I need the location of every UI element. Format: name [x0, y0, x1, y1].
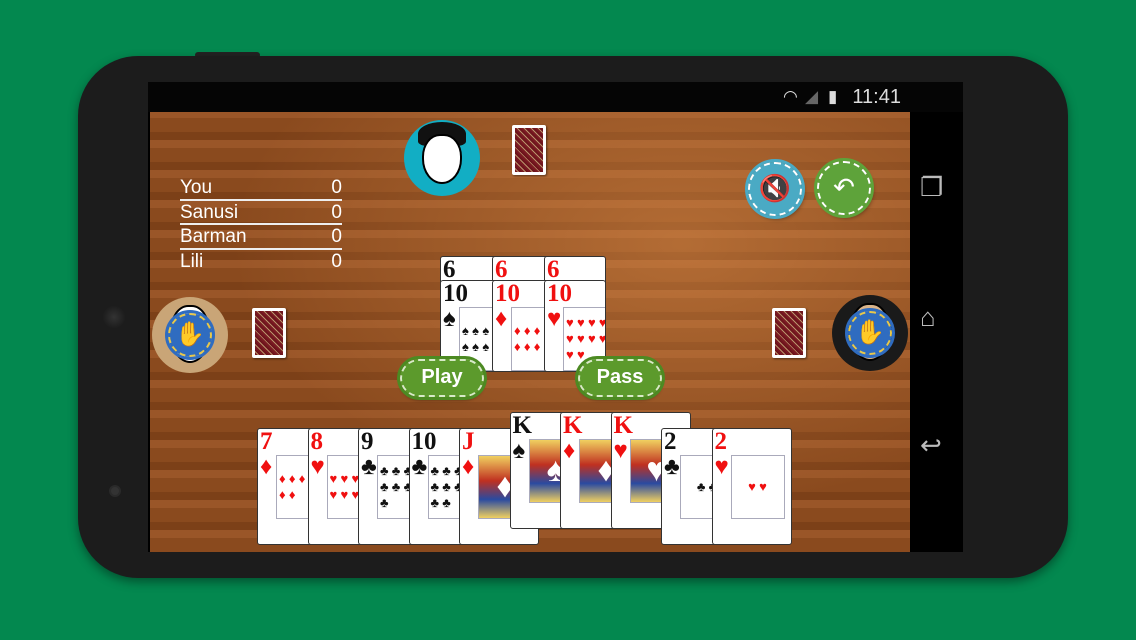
card-suit-icon: ♣ — [664, 454, 680, 480]
card-suit-icon: ♦ — [462, 454, 475, 480]
card-suit-icon: ♣ — [361, 454, 377, 480]
card-suit-icon: ♥ — [613, 438, 628, 464]
speaker-muted-icon: 🔇 — [758, 173, 792, 203]
card-suit-icon: ♦ — [260, 454, 273, 480]
card-rank: K — [563, 412, 583, 439]
card-rank: 9 — [361, 428, 374, 455]
card-face: ♥ ♥ — [730, 455, 785, 519]
card-rank: 10 — [495, 280, 520, 307]
card-suit-icon: ♥ — [714, 454, 729, 480]
card-back-right — [772, 308, 806, 358]
wifi-icon: ◠ — [783, 87, 798, 106]
card-rank: 2 — [664, 428, 677, 455]
card-rank: 7 — [260, 428, 273, 455]
avatar-left-opponent: ✋ — [152, 297, 228, 373]
score-row: Lili 0 — [180, 250, 342, 275]
home-icon[interactable]: ⌂ — [920, 302, 936, 333]
pass-button[interactable]: Pass — [575, 356, 665, 400]
card-suit-icon: ♥ — [547, 306, 562, 332]
player-score: 0 — [331, 177, 342, 198]
pass-hand-icon: ✋ — [845, 308, 895, 358]
player-name: Lili — [180, 250, 204, 272]
signal-icon: ◢ — [805, 87, 819, 106]
player-score: 0 — [331, 250, 342, 272]
card-suit-icon: ♦ — [563, 438, 576, 464]
avatar-right-opponent: ✋ — [832, 295, 908, 371]
undo-button[interactable]: ↶ — [814, 158, 874, 218]
card-suit-icon: ♠ — [512, 438, 526, 464]
clock: 11:41 — [852, 86, 901, 108]
player-name: Barman — [180, 226, 247, 247]
scoreboard: You 0 Sanusi 0 Barman 0 Lili 0 — [180, 176, 342, 274]
card-rank: K — [512, 412, 532, 439]
card-rank: 2 — [714, 428, 728, 455]
navigation-bar: ❐ ⌂ ↩ — [910, 112, 963, 552]
speaker-grille — [102, 305, 126, 329]
game-table: You 0 Sanusi 0 Barman 0 Lili 0 ✋ ✋ 🔇 ↶ Play … — [150, 112, 910, 552]
player-score: 0 — [331, 226, 342, 247]
score-row: You 0 — [180, 176, 342, 201]
pass-hand-icon: ✋ — [165, 310, 215, 360]
card-rank: 10 — [411, 428, 437, 455]
mute-button[interactable]: 🔇 — [745, 159, 805, 219]
card-back-top — [512, 125, 546, 175]
status-bar: ◠ ◢ ▮ 11:41 — [148, 82, 963, 112]
player-name: Sanusi — [180, 201, 239, 223]
card-suit-icon: ♦ — [495, 306, 508, 332]
recent-apps-icon[interactable]: ❐ — [920, 172, 943, 203]
avatar-top-opponent — [404, 120, 480, 196]
play-button[interactable]: Play — [397, 356, 487, 400]
player-name: You — [180, 177, 213, 198]
card-rank: 8 — [310, 428, 324, 455]
hand-card[interactable]: 2 ♥ ♥ ♥ — [711, 428, 792, 545]
card-suit-icon: ♣ — [411, 454, 428, 480]
card-rank: J — [462, 428, 475, 455]
score-row: Barman 0 — [180, 225, 342, 250]
screen: ◠ ◢ ▮ 11:41 You 0 Sanusi 0 Barman 0 Lili 0 ✋… — [148, 82, 963, 552]
card-rank: 10 — [547, 280, 572, 307]
front-camera — [109, 485, 121, 497]
card-rank: 10 — [443, 280, 468, 307]
card-rank: K — [613, 412, 633, 439]
undo-arrow-icon: ↶ — [833, 172, 855, 202]
player-score: 0 — [331, 201, 342, 223]
score-row: Sanusi 0 — [180, 201, 342, 225]
card-suit-icon: ♥ — [310, 454, 325, 480]
battery-icon: ▮ — [828, 87, 838, 106]
card-back-left — [252, 308, 286, 358]
card-suit-icon: ♠ — [443, 306, 456, 332]
back-icon[interactable]: ↩ — [920, 430, 942, 461]
